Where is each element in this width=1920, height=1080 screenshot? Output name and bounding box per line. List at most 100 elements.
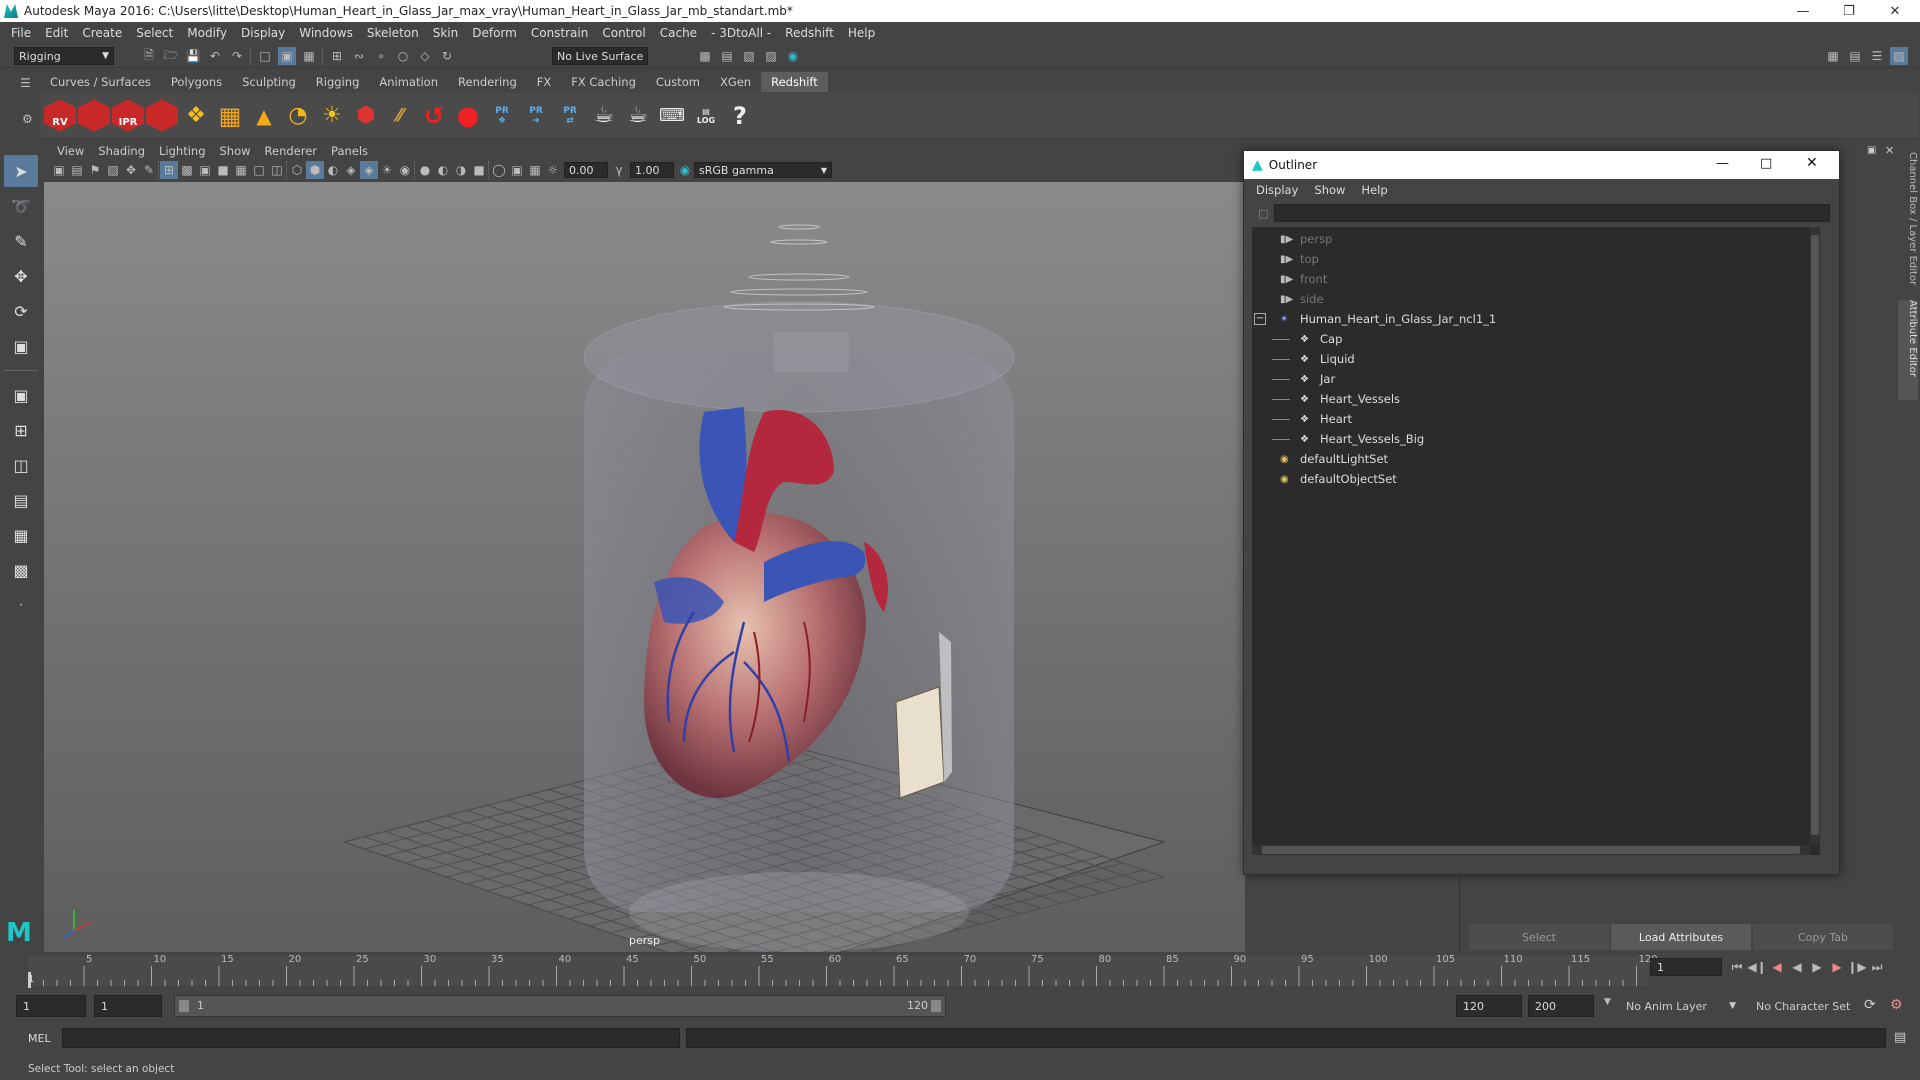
paint-select-tool-icon[interactable]: ✎ [4,225,38,257]
menu-cache[interactable]: Cache [653,26,704,40]
resolution-gate-icon[interactable]: ▣ [196,161,214,179]
vertical-scrollbar[interactable] [1810,227,1820,845]
menu-file[interactable]: File [4,26,38,40]
render-settings-icon[interactable]: ▩ [696,47,714,65]
hypershade-persp-layout-icon[interactable]: ▩ [4,554,38,586]
camera-select-icon[interactable]: ▣ [50,161,68,179]
outliner-item[interactable]: ❖ Cap [1252,329,1820,349]
snap-point-icon[interactable]: ∘ [372,47,390,65]
load-attributes-button[interactable]: Load Attributes [1611,924,1751,950]
tool-settings-icon[interactable]: ☰ [1868,47,1886,65]
xray-icon[interactable]: ◯ [490,161,508,179]
outliner-menu-display[interactable]: Display [1248,183,1306,197]
rotate-tool-icon[interactable]: ⟳ [4,295,38,327]
viewport-menu-show[interactable]: Show [213,144,258,158]
outliner-item[interactable]: ◉ defaultLightSet [1252,449,1820,469]
shelf-tab-polygons[interactable]: Polygons [161,72,232,92]
menu-create[interactable]: Create [75,26,129,40]
outliner-search-input[interactable] [1274,204,1830,222]
menu-windows[interactable]: Windows [292,26,360,40]
xray-components-icon[interactable]: ▦ [526,161,544,179]
channel-box-toggle-icon[interactable]: ▧ [1890,47,1908,65]
viewport-menu-panels[interactable]: Panels [324,144,375,158]
outliner-item[interactable]: ❖ Liquid [1252,349,1820,369]
outliner-menu-show[interactable]: Show [1306,183,1353,197]
select-object-icon[interactable]: ▣ [278,47,296,65]
motion-blur-icon[interactable]: ● [416,161,434,179]
menu-help[interactable]: Help [841,26,882,40]
move-tool-icon[interactable]: ✥ [4,260,38,292]
redshift-sun-sky-icon[interactable]: ☀ [316,100,348,132]
field-chart-icon[interactable]: ▦ [232,161,250,179]
viewport-menu-shading[interactable]: Shading [91,144,152,158]
redshift-dome-light-icon[interactable]: ◔ [282,100,314,132]
menu-3dtoall[interactable]: - 3DtoAll - [704,26,778,40]
close-panel-icon[interactable]: ✕ [1885,144,1894,157]
playback-start-field[interactable]: 1 [94,995,162,1017]
menu-control[interactable]: Control [595,26,652,40]
outliner-item[interactable]: ❖ Heart_Vessels_Big [1252,429,1820,449]
wireframe-icon[interactable]: ⬡ [288,161,306,179]
gamma-field[interactable]: 1.00 [630,162,674,178]
scrollbar-thumb[interactable] [1811,235,1819,835]
chevron-down-icon[interactable]: ▼ [1604,997,1611,1007]
undo-icon[interactable]: ↶ [206,47,224,65]
make-live-icon[interactable]: ↻ [438,47,456,65]
use-all-lights-icon[interactable]: ◈ [360,161,378,179]
script-editor-icon[interactable]: ▤ [1894,1030,1906,1045]
outliner-title-bar[interactable]: ▲ Outliner — □ ✕ [1244,151,1839,179]
step-back-key-icon[interactable]: ◀ [1768,958,1786,976]
outliner-item[interactable]: − ✴ Human_Heart_in_Glass_Jar_ncl1_1 [1252,309,1820,329]
smooth-shade-icon[interactable]: ⬢ [306,161,324,179]
menu-deform[interactable]: Deform [465,26,524,40]
shelf-tab-fx[interactable]: FX [527,72,562,92]
step-forward-frame-icon[interactable]: ❙▶ [1847,958,1866,976]
attribute-editor-toggle-icon[interactable]: ▤ [1846,47,1864,65]
command-input[interactable] [62,1028,680,1048]
multisample-aa-icon[interactable]: ◐ [434,161,452,179]
float-panel-icon[interactable]: ▣ [1867,145,1876,156]
two-pane-layout-icon[interactable]: ◫ [4,449,38,481]
menu-skeleton[interactable]: Skeleton [360,26,426,40]
select-component-icon[interactable]: ▦ [300,47,318,65]
close-icon[interactable]: ✕ [1806,155,1818,171]
step-forward-key-icon[interactable]: ▶ [1828,958,1846,976]
close-icon[interactable]: ✕ [1872,0,1918,22]
pr-icon-3[interactable]: PR ⇄ [554,100,586,132]
range-end-handle[interactable] [931,1000,941,1012]
safe-title-icon[interactable]: ◫ [268,161,286,179]
outliner-item[interactable]: ◉ defaultObjectSet [1252,469,1820,489]
outliner-item[interactable]: ▮▶ persp [1252,229,1820,249]
redo-icon[interactable]: ↷ [228,47,246,65]
auto-key-icon[interactable]: ⟳ [1864,997,1876,1013]
maximize-icon[interactable]: □ [1760,156,1772,171]
snap-curve-icon[interactable]: ∾ [350,47,368,65]
outliner-item[interactable]: ❖ Jar [1252,369,1820,389]
help-icon[interactable]: ? [724,100,756,132]
redshift-proxy-icon[interactable]: ❖ [180,100,212,132]
ipr-render-icon[interactable]: ▧ [740,47,758,65]
wireframe-on-shaded-icon[interactable]: ◐ [324,161,342,179]
image-plane-icon[interactable]: ▧ [104,161,122,179]
shelf-tab-rendering[interactable]: Rendering [448,72,527,92]
redshift-render-icon[interactable] [78,99,110,132]
scrollbar-thumb[interactable] [1262,846,1800,854]
outliner-item[interactable]: ▮▶ top [1252,249,1820,269]
graph-persp-layout-icon[interactable]: ▦ [4,519,38,551]
redshift-area-light-icon[interactable]: ▦ [214,100,246,132]
color-management-icon[interactable]: ◉ [676,161,694,179]
outliner-persp-layout-icon[interactable]: ▤ [4,484,38,516]
shelf-tab-curves-surfaces[interactable]: Curves / Surfaces [40,72,161,92]
play-backwards-icon[interactable]: ◀ [1788,958,1806,976]
viewport-menu-lighting[interactable]: Lighting [152,144,212,158]
anim-layer-dropdown[interactable]: No Anim Layer ▼ [1620,995,1740,1017]
redshift-render-view-icon[interactable]: RV [44,99,76,132]
menu-skin[interactable]: Skin [426,26,466,40]
character-set-dropdown[interactable]: No Character Set [1750,995,1866,1017]
range-slider[interactable]: 1 120 [174,995,946,1017]
outliner-item[interactable]: ▮▶ front [1252,269,1820,289]
open-scene-icon[interactable]: 🗁 [162,47,180,65]
bookmark-icon[interactable]: ⚑ [86,161,104,179]
redshift-hook-icon[interactable]: ↺ [418,100,450,132]
menu-constrain[interactable]: Constrain [524,26,596,40]
